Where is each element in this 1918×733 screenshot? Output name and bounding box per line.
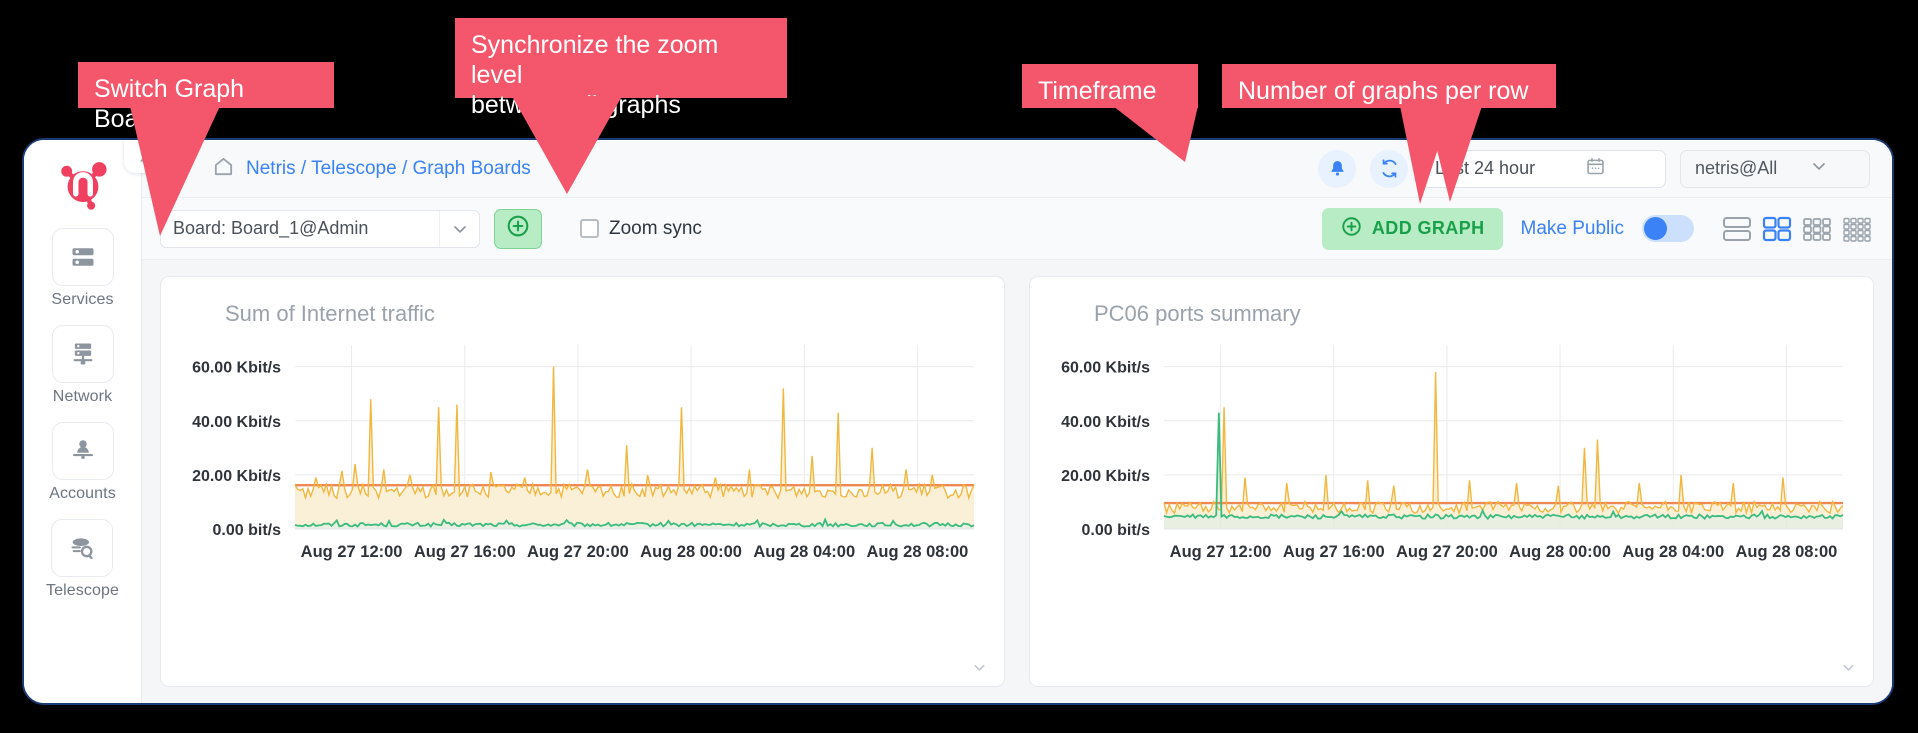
svg-text:Aug 28 04:00: Aug 28 04:00 (1622, 543, 1724, 561)
layout-4-per-row[interactable] (1842, 215, 1872, 243)
toggle-knob (1644, 217, 1667, 240)
accounts-icon (52, 422, 114, 480)
layout-3-per-row[interactable] (1802, 215, 1832, 243)
svg-text:Aug 28 04:00: Aug 28 04:00 (753, 543, 855, 561)
annotation-pointer (1113, 106, 1203, 164)
chevron-down-icon[interactable] (439, 211, 479, 247)
annotation-graphs-per-row: Number of graphs per row (1222, 64, 1556, 108)
breadcrumb: Netris / Telescope / Graph Boards (212, 155, 531, 183)
user-account-value: netris@All (1695, 158, 1809, 179)
annotation-pointer (130, 106, 240, 238)
zoom-sync-checkbox[interactable]: Zoom sync (580, 218, 702, 240)
svg-text:40.00 Kbit/s: 40.00 Kbit/s (1061, 414, 1150, 431)
graph-plot[interactable]: 0.00 bit/s 20.00 Kbit/s 40.00 Kbit/s 60.00 … (177, 337, 992, 575)
checkbox-box[interactable] (580, 219, 599, 238)
sidebar-item-telescope[interactable]: Telescope (46, 519, 119, 600)
svg-text:40.00 Kbit/s: 40.00 Kbit/s (192, 414, 281, 431)
svg-text:Aug 28 00:00: Aug 28 00:00 (1509, 543, 1611, 561)
calendar-icon[interactable] (1585, 156, 1655, 182)
graph-card[interactable]: PC06 ports summary 0.00 bit/s 20.00 Kbit/… (1029, 276, 1874, 687)
chevron-down-icon[interactable] (1809, 156, 1861, 181)
make-public-label[interactable]: Make Public (1521, 218, 1625, 240)
topbar: ❯ Netris / Telescope / Graph Boards (142, 140, 1892, 198)
screenshot-root: Services Network (0, 0, 1918, 733)
bell-icon[interactable] (1318, 150, 1356, 188)
add-graph-label: ADD GRAPH (1372, 218, 1485, 239)
svg-text:Aug 27 20:00: Aug 27 20:00 (1396, 543, 1498, 561)
svg-text:Aug 28 08:00: Aug 28 08:00 (1736, 543, 1838, 561)
sidebar-item-accounts[interactable]: Accounts (49, 422, 116, 503)
graph-board-content: Sum of Internet traffic 0.00 bit/s 20.00 … (142, 260, 1892, 703)
svg-text:60.00 Kbit/s: 60.00 Kbit/s (1061, 360, 1150, 377)
netris-logo[interactable] (54, 154, 112, 212)
sidebar-item-services[interactable]: Services (51, 228, 113, 309)
annotation-timeframe: Timeframe (1022, 64, 1198, 108)
svg-text:Aug 27 16:00: Aug 27 16:00 (414, 543, 516, 561)
annotation-switch-graph-boards: Switch Graph Boards (78, 62, 334, 108)
sidebar: Services Network (24, 140, 142, 703)
svg-text:Aug 28 08:00: Aug 28 08:00 (867, 543, 969, 561)
add-board-button[interactable] (494, 209, 542, 249)
network-icon (52, 325, 114, 383)
svg-text:Aug 27 16:00: Aug 27 16:00 (1283, 543, 1385, 561)
annotation-zoom-sync: Synchronize the zoom level between all g… (455, 18, 787, 98)
plus-circle-icon (505, 213, 531, 244)
svg-text:60.00 Kbit/s: 60.00 Kbit/s (192, 360, 281, 377)
sidebar-item-label: Telescope (46, 582, 119, 600)
graph-plot[interactable]: 0.00 bit/s 20.00 Kbit/s 40.00 Kbit/s 60.00 … (1046, 337, 1861, 575)
svg-text:Aug 27 20:00: Aug 27 20:00 (527, 543, 629, 561)
layout-1-per-row[interactable] (1722, 215, 1752, 243)
sidebar-item-network[interactable]: Network (52, 325, 114, 406)
toolbar-right: ADD GRAPH Make Public (1322, 208, 1872, 250)
svg-text:0.00 bit/s: 0.00 bit/s (213, 522, 282, 539)
services-icon (52, 228, 114, 286)
app-window: Services Network (22, 138, 1894, 705)
graph-title: Sum of Internet traffic (225, 301, 992, 327)
plus-circle-icon (1340, 215, 1363, 243)
sidebar-item-label: Accounts (49, 485, 116, 503)
sidebar-item-label: Services (51, 291, 113, 309)
layout-options (1722, 215, 1872, 243)
svg-text:Aug 27 12:00: Aug 27 12:00 (1170, 543, 1272, 561)
svg-text:Aug 27 12:00: Aug 27 12:00 (301, 543, 403, 561)
chevron-down-icon[interactable] (971, 659, 988, 680)
annotation-pointer (512, 96, 642, 196)
breadcrumb-text[interactable]: Netris / Telescope / Graph Boards (246, 158, 531, 180)
board-toolbar: Board: Board_1@Admin Zoom sync (142, 198, 1892, 260)
user-account-select[interactable]: netris@All (1680, 150, 1870, 188)
annotation-pointer (1420, 106, 1490, 206)
graph-card[interactable]: Sum of Internet traffic 0.00 bit/s 20.00 … (160, 276, 1005, 687)
svg-text:20.00 Kbit/s: 20.00 Kbit/s (192, 468, 281, 485)
zoom-sync-label: Zoom sync (609, 218, 702, 240)
add-graph-button[interactable]: ADD GRAPH (1322, 208, 1503, 250)
make-public-toggle[interactable] (1642, 215, 1694, 242)
graph-title: PC06 ports summary (1094, 301, 1861, 327)
svg-text:20.00 Kbit/s: 20.00 Kbit/s (1061, 468, 1150, 485)
telescope-icon (51, 519, 113, 577)
sidebar-item-label: Network (53, 388, 112, 406)
chevron-down-icon[interactable] (1840, 659, 1857, 680)
main-area: ❯ Netris / Telescope / Graph Boards (142, 140, 1892, 703)
svg-text:Aug 28 00:00: Aug 28 00:00 (640, 543, 742, 561)
layout-2-per-row[interactable] (1762, 215, 1792, 243)
svg-text:0.00 bit/s: 0.00 bit/s (1082, 522, 1151, 539)
